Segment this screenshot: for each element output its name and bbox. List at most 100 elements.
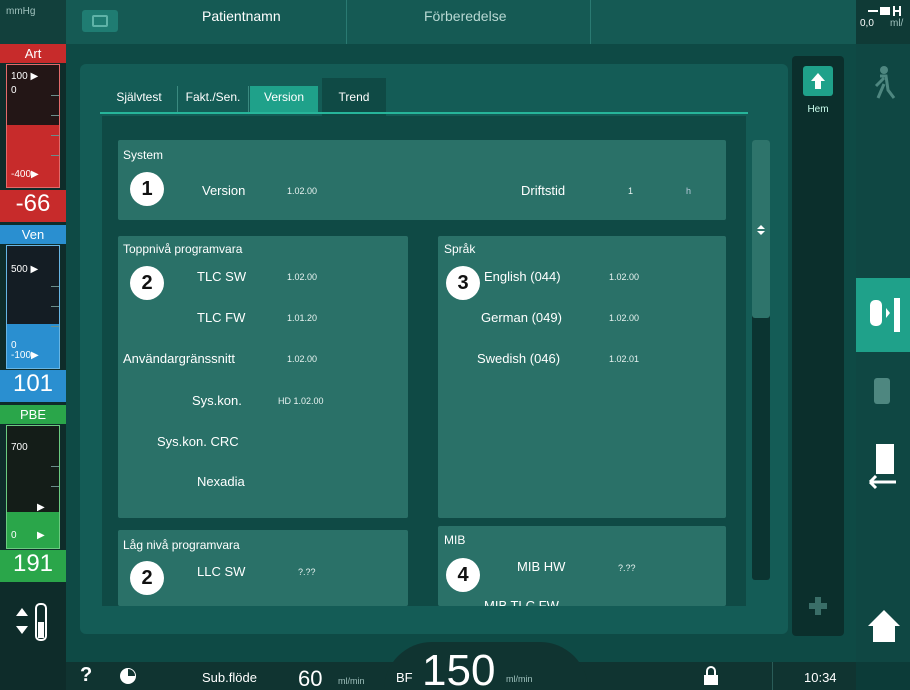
pbe-zero: 0 (11, 530, 17, 541)
tab-facts[interactable]: Fakt./Sen. (178, 78, 248, 116)
uf-unit: ml/ (890, 18, 904, 29)
bf-unit: ml/min (506, 674, 533, 684)
bf-value[interactable]: 150 (422, 646, 495, 690)
scrollbar-thumb[interactable] (752, 140, 770, 318)
version-label: Version (202, 183, 246, 198)
pbe-gauge: 700 0 ▶ ▶ (6, 425, 60, 549)
mib-hw-label: MIB HW (517, 559, 566, 574)
sys-config-label: Sys.kon. (192, 393, 242, 408)
mib-hw-value: ?.?? (618, 563, 636, 573)
art-label: Art (0, 44, 66, 63)
llc-sw-value: ?.?? (298, 567, 316, 577)
dialyzer-icon (870, 298, 900, 332)
top-bar: Patientnamn Förberedelse (66, 0, 856, 44)
english-value: 1.02.00 (609, 272, 640, 282)
patient-card-icon[interactable] (82, 10, 118, 32)
pbe-label: PBE (0, 405, 66, 424)
patient-name[interactable]: Patientnamn (202, 8, 281, 24)
subflow-value[interactable]: 60 (298, 666, 322, 690)
help-button[interactable]: ? (80, 664, 92, 687)
lock-icon[interactable] (702, 666, 720, 686)
pbe-top-mark: 700 (11, 442, 28, 453)
nav-patient-connect[interactable] (862, 54, 908, 114)
ven-top-mark: 500 ▶ (11, 264, 39, 275)
home-icon (868, 610, 900, 642)
ven-label: Ven (0, 225, 66, 244)
home-button[interactable] (862, 594, 908, 654)
sys-config-crc-label: Sys.kon. CRC (157, 434, 239, 449)
therapy-icon (874, 378, 890, 404)
top-software-header: Toppnivå programvara (123, 242, 243, 256)
system-header: System (123, 148, 164, 162)
uptime-value: 1 (628, 186, 634, 196)
art-low-mark: -400▶ (11, 169, 39, 180)
grid-dots-icon (809, 597, 827, 615)
tlc-fw-value: 1.01.20 (287, 313, 318, 323)
tab-version[interactable]: Version (250, 78, 318, 116)
clock-timer-icon[interactable] (118, 666, 138, 686)
pbe-value: 191 (0, 550, 66, 582)
tlc-sw-label: TLC SW (197, 269, 247, 284)
pressure-unit: mmHg (0, 0, 66, 44)
version-value: 1.02.00 (287, 186, 318, 196)
low-software-header: Låg nivå programvara (123, 538, 240, 552)
callout-1: 1 (130, 172, 164, 206)
callout-4: 4 (446, 558, 480, 592)
callout-2: 2 (130, 266, 164, 300)
nav-therapy[interactable] (862, 364, 908, 424)
uptime-label: Driftstid (521, 183, 566, 198)
bottom-bar: ? Sub.flöde 60 ml/min BF 150 ml/min 10:3… (66, 642, 856, 690)
right-nav-column (856, 44, 910, 662)
sys-config-value: HD 1.02.00 (278, 396, 324, 406)
pbe-low-marker: ▶ (37, 530, 45, 541)
ui-label: Användargränssnitt (123, 351, 236, 366)
tab-self-test[interactable]: Självtest (100, 78, 178, 116)
callout-2b: 2 (130, 561, 164, 595)
pressure-gauge-column: mmHg Art 100 ▶ 0 -400▶ -66 Ven 500 ▶ 0 -… (0, 0, 66, 690)
tlc-sw-value: 1.02.00 (287, 272, 318, 282)
tlc-fw-label: TLC FW (197, 310, 246, 325)
phase-status: Förberedelse (424, 8, 507, 24)
mib-tlc-fw-label: MIB TLC FW (484, 598, 559, 606)
home-column (792, 56, 844, 636)
subflow-label: Sub.flöde (202, 670, 257, 685)
level-adjust-button[interactable] (8, 600, 58, 644)
subflow-unit: ml/min (338, 676, 365, 686)
callout-3: 3 (446, 266, 480, 300)
uf-value: 0,0 (860, 18, 874, 29)
english-label: English (044) (484, 269, 561, 284)
home-label: Hem (807, 104, 829, 115)
german-value: 1.02.00 (609, 313, 640, 323)
disinfection-icon (868, 444, 896, 490)
nexadia-label: Nexadia (197, 474, 245, 489)
scroll-grip-icon (757, 225, 765, 235)
language-box (438, 236, 726, 518)
mib-header: MIB (444, 533, 466, 547)
ui-value: 1.02.00 (287, 354, 318, 364)
swedish-value: 1.02.01 (609, 354, 640, 364)
uf-icon (868, 6, 901, 16)
bf-label: BF (396, 670, 413, 685)
art-top-mark: 100 ▶ (11, 71, 39, 82)
clock-time: 10:34 (804, 670, 837, 685)
tab-underline (100, 112, 748, 114)
art-gauge: 100 ▶ 0 -400▶ (6, 64, 60, 188)
llc-sw-label: LLC SW (197, 564, 246, 579)
art-zero: 0 (11, 85, 17, 96)
ven-value: 101 (0, 370, 66, 402)
art-value: -66 (0, 190, 66, 222)
home-up-button[interactable] (803, 66, 833, 96)
pbe-marker: ▶ (37, 502, 45, 513)
mib-box: MIB TLC FW (438, 526, 726, 606)
nav-preparation[interactable] (856, 278, 910, 352)
patient-walking-icon (874, 66, 896, 99)
nav-disinfection[interactable] (862, 436, 908, 496)
arrow-up-icon (811, 73, 825, 89)
tab-trend[interactable]: Trend (322, 78, 386, 116)
system-box (118, 140, 726, 220)
language-header: Språk (444, 242, 476, 256)
uptime-unit: h (686, 186, 692, 196)
german-label: German (049) (481, 310, 562, 325)
swedish-label: Swedish (046) (477, 351, 561, 366)
ven-gauge: 500 ▶ 0 -100▶ (6, 245, 60, 369)
